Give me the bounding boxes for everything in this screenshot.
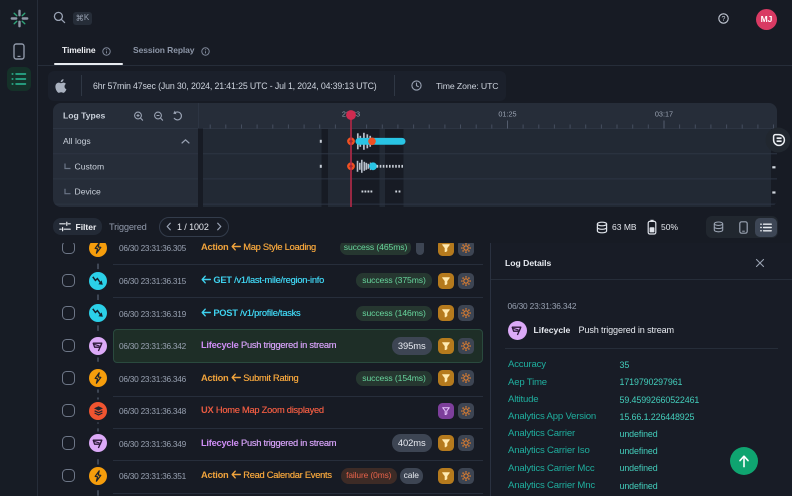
svg-text:Custom: Custom (75, 161, 105, 171)
svg-text:03:17: 03:17 (655, 110, 673, 119)
svg-text:?: ? (722, 16, 726, 23)
svg-text:Device: Device (75, 187, 101, 197)
svg-text:Log Types: Log Types (63, 111, 106, 121)
svg-text:All logs: All logs (63, 136, 91, 146)
svg-text:01:25: 01:25 (498, 110, 516, 119)
